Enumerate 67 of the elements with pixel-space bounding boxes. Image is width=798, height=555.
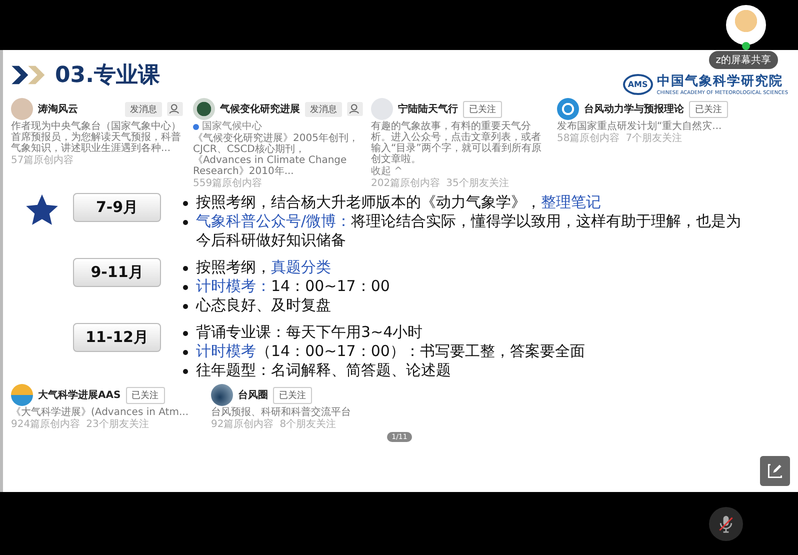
screen-share-label: z的屏幕共享 — [708, 51, 778, 69]
bullet-text: 气象科普公众号/微博：将理论结合实际，懂得学以致用，这样有助于理解，也是为今后科研做好知识储备 — [196, 212, 742, 250]
account-action-button[interactable]: 已关注 — [126, 386, 165, 404]
account-stat: 35个朋友关注 — [446, 178, 509, 189]
account-avatar — [211, 384, 233, 406]
annotate-button[interactable] — [760, 456, 790, 486]
account-stat: 92篇原创内容 — [211, 419, 274, 430]
account-action-button[interactable]: 已关注 — [689, 100, 728, 118]
account-name: 大气科学进展AAS — [38, 388, 121, 402]
account-avatar — [557, 98, 579, 120]
bullet-icon — [183, 304, 188, 309]
account-stat: 8个朋友关注 — [280, 419, 336, 430]
bullet-text: 按照考纲，结合杨大升老师版本的《动力气象学》，整理笔记 — [196, 193, 602, 212]
bullet-icon — [183, 285, 188, 290]
account-avatar — [11, 98, 33, 120]
user-avatar — [726, 5, 766, 45]
logo-badge: AMS — [622, 74, 653, 94]
account-name: 宁陆陆天气行 — [398, 102, 458, 116]
period-label: 11-12月 — [73, 323, 161, 352]
verified-label: 国家气候中心 — [202, 121, 262, 132]
account-action-button[interactable]: 发消息 — [305, 102, 342, 116]
profile-icon[interactable] — [347, 102, 363, 116]
bullet-icon — [183, 220, 188, 225]
bullet-icon — [183, 266, 188, 271]
account-name: 气候变化研究进展 — [220, 102, 300, 116]
slide-title: 03.专业课 — [55, 62, 160, 90]
bullet-text: 往年题型：名词解释、简答题、论述题 — [196, 361, 452, 380]
collapse-link[interactable]: 收起 ^ — [371, 166, 547, 177]
account-action-button[interactable]: 已关注 — [463, 100, 502, 118]
bullet-text: 心态良好、及时复盘 — [196, 296, 332, 315]
account-stat: 58篇原创内容 — [557, 133, 620, 144]
account-stat: 23个朋友关注 — [86, 419, 149, 430]
account-description: 《大气科学进展》(Advances in Atm... — [11, 407, 190, 418]
period-label: 7-9月 — [73, 193, 161, 222]
account-stat: 7个朋友关注 — [626, 133, 682, 144]
account-description: 有趣的气象故事，有料的重要天气分析。进入公众号，点击文章列表，或者输入“目录”两个字，就可以看到所有原创文章啦。 — [371, 121, 542, 165]
account-name: 台风动力学与预报理论 — [584, 102, 684, 116]
bullet-icon — [183, 331, 188, 336]
account-description: 台风预报、科研和科普交流平台 — [211, 407, 352, 418]
account-action-button[interactable]: 已关注 — [273, 386, 312, 404]
bullet-text: 计时模考：14：00~17：00 — [196, 277, 391, 296]
bullet-text: 背诵专业课：每天下午用3~4小时 — [196, 323, 424, 342]
account-description: 《气候变化研究进展》2005年创刊，CJCR、CSCD核心期刊，《Advances in Climate Change Research》2010年... — [193, 133, 360, 177]
period-label: 9-11月 — [73, 258, 161, 287]
account-stat: 924篇原创内容 — [11, 419, 80, 430]
pencil-icon — [766, 462, 784, 480]
account-name: 涛淘风云 — [38, 102, 78, 116]
account-description: 作者现为中央气象台（国家气象中心）首席预报员，为您解读天气预报，科普气象知识，讲述职业生涯遇到各种... — [11, 121, 182, 154]
account-avatar — [11, 384, 33, 406]
microphone-muted-button[interactable] — [709, 506, 743, 540]
profile-icon[interactable] — [167, 102, 183, 116]
verified-icon — [193, 124, 199, 130]
account-stat: 57篇原创内容 — [11, 155, 74, 166]
account-name: 台风圈 — [238, 388, 268, 402]
bullet-icon — [183, 201, 188, 206]
account-stat: 202篇原创内容 — [371, 178, 440, 189]
bullet-icon — [183, 350, 188, 355]
microphone-icon — [717, 514, 735, 534]
bullet-text: 计时模考（14：00~17：00）：书写要工整，答案要全面 — [196, 342, 586, 361]
account-stat: 559篇原创内容 — [193, 178, 262, 189]
account-avatar — [193, 98, 215, 120]
account-avatar — [371, 98, 393, 120]
account-action-button[interactable]: 发消息 — [125, 102, 162, 116]
account-description: 发布国家重点研发计划“重大自然灾... — [557, 121, 723, 132]
bullet-icon — [183, 369, 188, 374]
bullet-text: 按照考纲，真题分类 — [196, 258, 332, 277]
logo-text: 中国气象科学研究院 — [656, 72, 784, 90]
